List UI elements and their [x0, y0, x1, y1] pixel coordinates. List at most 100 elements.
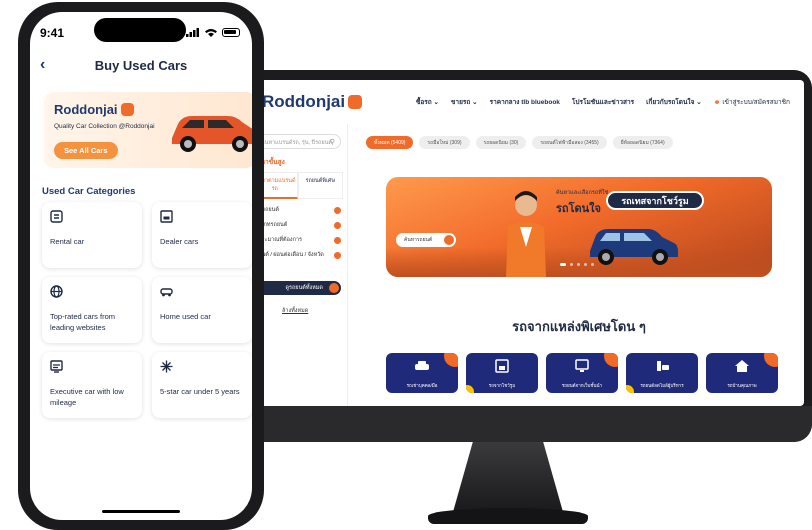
filter-chips: ทั้งหมด (5409) รถมือใหม่ (309) รถยอดนิยม…: [366, 136, 673, 149]
nav-item-sell[interactable]: ขายรถ ⌄: [451, 97, 478, 107]
mobile-app-screen: 9:41 ‹ Buy Used Cars Roddonjai Quality C…: [30, 12, 252, 520]
banner-logo: Roddonjai: [54, 102, 134, 117]
category-tile-top-rated[interactable]: Top-rated cars from leading websites: [42, 277, 142, 343]
carousel-dots: [560, 263, 594, 266]
card-label: รถยนต์ลดไมล์ผู้บริหาร: [640, 383, 684, 388]
desktop-website: Roddonjai ซื้อรถ ⌄ ขายรถ ⌄ ราคากลาง tlb …: [248, 80, 804, 406]
see-all-cars-button[interactable]: See All Cars: [54, 142, 118, 159]
source-card-showroom[interactable]: รถจากโชว์รูม: [466, 353, 538, 393]
category-label: Dealer cars: [160, 237, 199, 246]
filter-brand[interactable]: ยี่ห้อรถยนต์: [252, 206, 341, 214]
chip-all[interactable]: ทั้งหมด (5409): [366, 136, 414, 149]
user-icon: ☻: [713, 99, 721, 106]
chevron-down-icon: [334, 251, 341, 259]
card-label: รถยนต์จากเว็บชั้นนำ: [561, 383, 603, 388]
monitor-chin: [238, 406, 812, 442]
executive-car-icon: [50, 360, 63, 373]
arrow-right-icon: [329, 283, 339, 293]
status-time: 9:41: [40, 26, 65, 40]
nav-item-promotions[interactable]: โปรโมชันและข่าวสาร: [572, 97, 634, 107]
category-label: Top-rated cars from leading websites: [50, 312, 116, 332]
wifi-icon: [205, 29, 217, 37]
sidebar-tabs: ค้นหาตามแบรนด์รถ รถยนต์พิเศษ: [252, 172, 343, 199]
dealer-store-icon: [160, 210, 173, 223]
carousel-dot[interactable]: [577, 263, 580, 266]
clear-all-link[interactable]: ล้างทั้งหมด: [282, 307, 347, 315]
city-skyline: [386, 247, 772, 277]
monitor-stand-neck: [453, 442, 563, 512]
chevron-down-icon: [334, 236, 341, 244]
nav-item-buy[interactable]: ซื้อรถ ⌄: [416, 97, 439, 107]
login-link[interactable]: ☻ เข้าสู่ระบบ/สมัครสมาชิก: [714, 97, 790, 107]
nav-item-about[interactable]: เกี่ยวกับรถโดนใจ ⌄: [646, 97, 702, 107]
hero-small-text: ค้นหาและเลือกรถที่ใช่: [556, 190, 609, 196]
chevron-down-icon: [334, 206, 341, 214]
category-tile-home[interactable]: Home used car: [152, 277, 252, 343]
chevron-down-icon: [334, 221, 341, 229]
hero-pill: รถเทสจากโชว์รูม: [606, 191, 704, 210]
arrow-right-icon: [444, 235, 454, 245]
presenter-illustration: [506, 191, 546, 277]
sparkle-icon: [160, 360, 173, 373]
car-rental-icon: [415, 361, 429, 370]
dealer-store-icon: [495, 359, 509, 373]
search-placeholder: ค้นหาแบรนด์รถ, รุ่น, ปีรถยนต์: [261, 140, 332, 146]
banner-tagline: Quality Car Collection @Roddonjai: [54, 123, 155, 130]
button-label: ดูรถยนต์ทั้งหมด: [285, 285, 323, 291]
carousel-dot[interactable]: [560, 263, 566, 266]
hero-headline: รถโดนใจ: [556, 203, 601, 215]
monitor-stand-foot: [428, 508, 588, 524]
filter-location[interactable]: รถยนต์ / ผ่อนต่อเดือน / จังหวัด: [252, 251, 341, 259]
category-tile-five-star[interactable]: 5-star car under 5 years: [152, 352, 252, 418]
hero-search-button[interactable]: ค้นหารถยนต์: [396, 233, 456, 247]
view-all-cars-button[interactable]: ดูรถยนต์ทั้งหมด: [252, 281, 341, 295]
hero-banner[interactable]: ค้นหาและเลือกรถที่ใช่ รถโดนใจ รถเทสจากโช…: [386, 177, 772, 277]
category-tile-rental[interactable]: Rental car: [42, 202, 142, 268]
filter-budget[interactable]: งบประมาณที่ต้องการ: [252, 236, 341, 244]
home-car-icon: [735, 360, 749, 372]
carousel-dot[interactable]: [570, 263, 573, 266]
decor-circle: [444, 353, 458, 367]
category-label: 5-star car under 5 years: [160, 387, 240, 396]
sidebar-title: ค้นหาขั้นสูง: [252, 159, 285, 166]
home-car-icon: [160, 288, 173, 297]
battery-icon: [222, 28, 240, 37]
chip-top-brands[interactable]: ยี่ห้อยอดนิยม (7364): [612, 136, 673, 149]
category-label: Home used car: [160, 312, 211, 321]
source-card-websites[interactable]: รถยนต์จากเว็บชั้นนำ: [546, 353, 618, 393]
dynamic-island: [94, 18, 186, 42]
status-bar: 9:41: [30, 12, 252, 48]
source-card-rental[interactable]: รถเช่าบุคคล/มือ: [386, 353, 458, 393]
logo-mark-icon: [120, 103, 134, 116]
source-card-executive[interactable]: รถยนต์ลดไมล์ผู้บริหาร: [626, 353, 698, 393]
category-tile-executive[interactable]: Executive car with low mileage: [42, 352, 142, 418]
login-label: เข้าสู่ระบบ/สมัครสมาชิก: [722, 99, 790, 106]
source-card-home[interactable]: รถบ้านคุณภาพ: [706, 353, 778, 393]
home-indicator: [102, 510, 180, 513]
category-grid: Rental car Dealer cars Top-rated cars fr…: [42, 202, 252, 418]
filter-type[interactable]: ประเภทรถยนต์: [252, 221, 341, 229]
search-icon: ⚲: [329, 139, 335, 146]
mobile-phone: 9:41 ‹ Buy Used Cars Roddonjai Quality C…: [18, 2, 264, 530]
decor-circle: [764, 353, 778, 367]
chip-popular[interactable]: รถยอดนิยม (30): [475, 136, 527, 149]
red-suv-illustration: [172, 116, 252, 152]
desktop-nav: ซื้อรถ ⌄ ขายรถ ⌄ ราคากลาง tlb bluebook โ…: [416, 97, 790, 107]
card-label: รถจากโชว์รูม: [488, 383, 516, 388]
special-source-cards: รถเช่าบุคคล/มือ รถจากโชว์รูม รถยนต์จากเว…: [386, 353, 778, 393]
brand-text: Roddonjai: [262, 92, 346, 111]
category-label: Rental car: [50, 237, 85, 246]
logo-mark-icon: [348, 95, 363, 109]
tab-special-cars[interactable]: รถยนต์พิเศษ: [297, 172, 343, 199]
category-tile-dealer[interactable]: Dealer cars: [152, 202, 252, 268]
category-label: Executive car with low mileage: [50, 387, 124, 407]
card-label: รถบ้านคุณภาพ: [727, 383, 757, 388]
chip-ev[interactable]: รถยนต์ไฟฟ้ามือสอง (3455): [532, 136, 607, 149]
desktop-logo[interactable]: Roddonjai: [262, 92, 363, 112]
nav-item-bluebook[interactable]: ราคากลาง tlb bluebook: [490, 97, 560, 107]
chip-new-used[interactable]: รถมือใหม่ (309): [419, 136, 470, 149]
desktop-search-input[interactable]: ค้นหาแบรนด์รถ, รุ่น, ปีรถยนต์ ⚲: [254, 134, 341, 149]
carousel-dot[interactable]: [591, 263, 594, 266]
app-nav-bar: ‹ Buy Used Cars: [30, 52, 252, 78]
carousel-dot[interactable]: [584, 263, 587, 266]
